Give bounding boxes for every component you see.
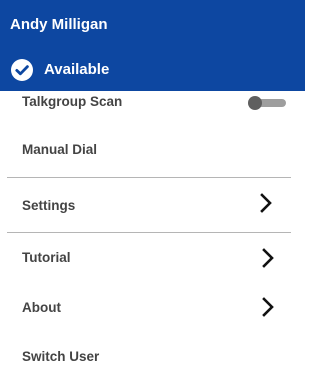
divider [7, 177, 291, 178]
menu-item-label: Tutorial [22, 250, 71, 265]
menu-item-label: Manual Dial [22, 142, 98, 157]
menu-item-tutorial[interactable]: Tutorial [0, 242, 305, 274]
divider [7, 232, 291, 233]
menu-item-talkgroup-scan[interactable]: Talkgroup Scan [0, 91, 305, 113]
user-name: Andy Milligan [10, 16, 108, 33]
talkgroup-scan-toggle[interactable] [248, 96, 286, 110]
menu-item-label: Talkgroup Scan [22, 94, 123, 109]
chevron-right-icon [259, 193, 273, 213]
status-selector[interactable]: Available [10, 58, 109, 82]
menu-item-about[interactable]: About [0, 292, 305, 324]
chevron-right-icon [261, 297, 275, 317]
menu-item-manual-dial[interactable]: Manual Dial [0, 132, 305, 166]
menu-item-label: About [22, 300, 61, 315]
menu-item-switch-user[interactable]: Switch User [0, 343, 305, 375]
chevron-right-icon [261, 248, 275, 268]
menu-item-settings[interactable]: Settings [0, 188, 305, 220]
menu-item-label: Settings [22, 198, 76, 213]
status-label: Available [44, 61, 110, 78]
check-circle-icon [10, 58, 34, 82]
menu-item-label: Switch User [22, 349, 100, 364]
user-header: Andy Milligan Available [0, 0, 305, 91]
